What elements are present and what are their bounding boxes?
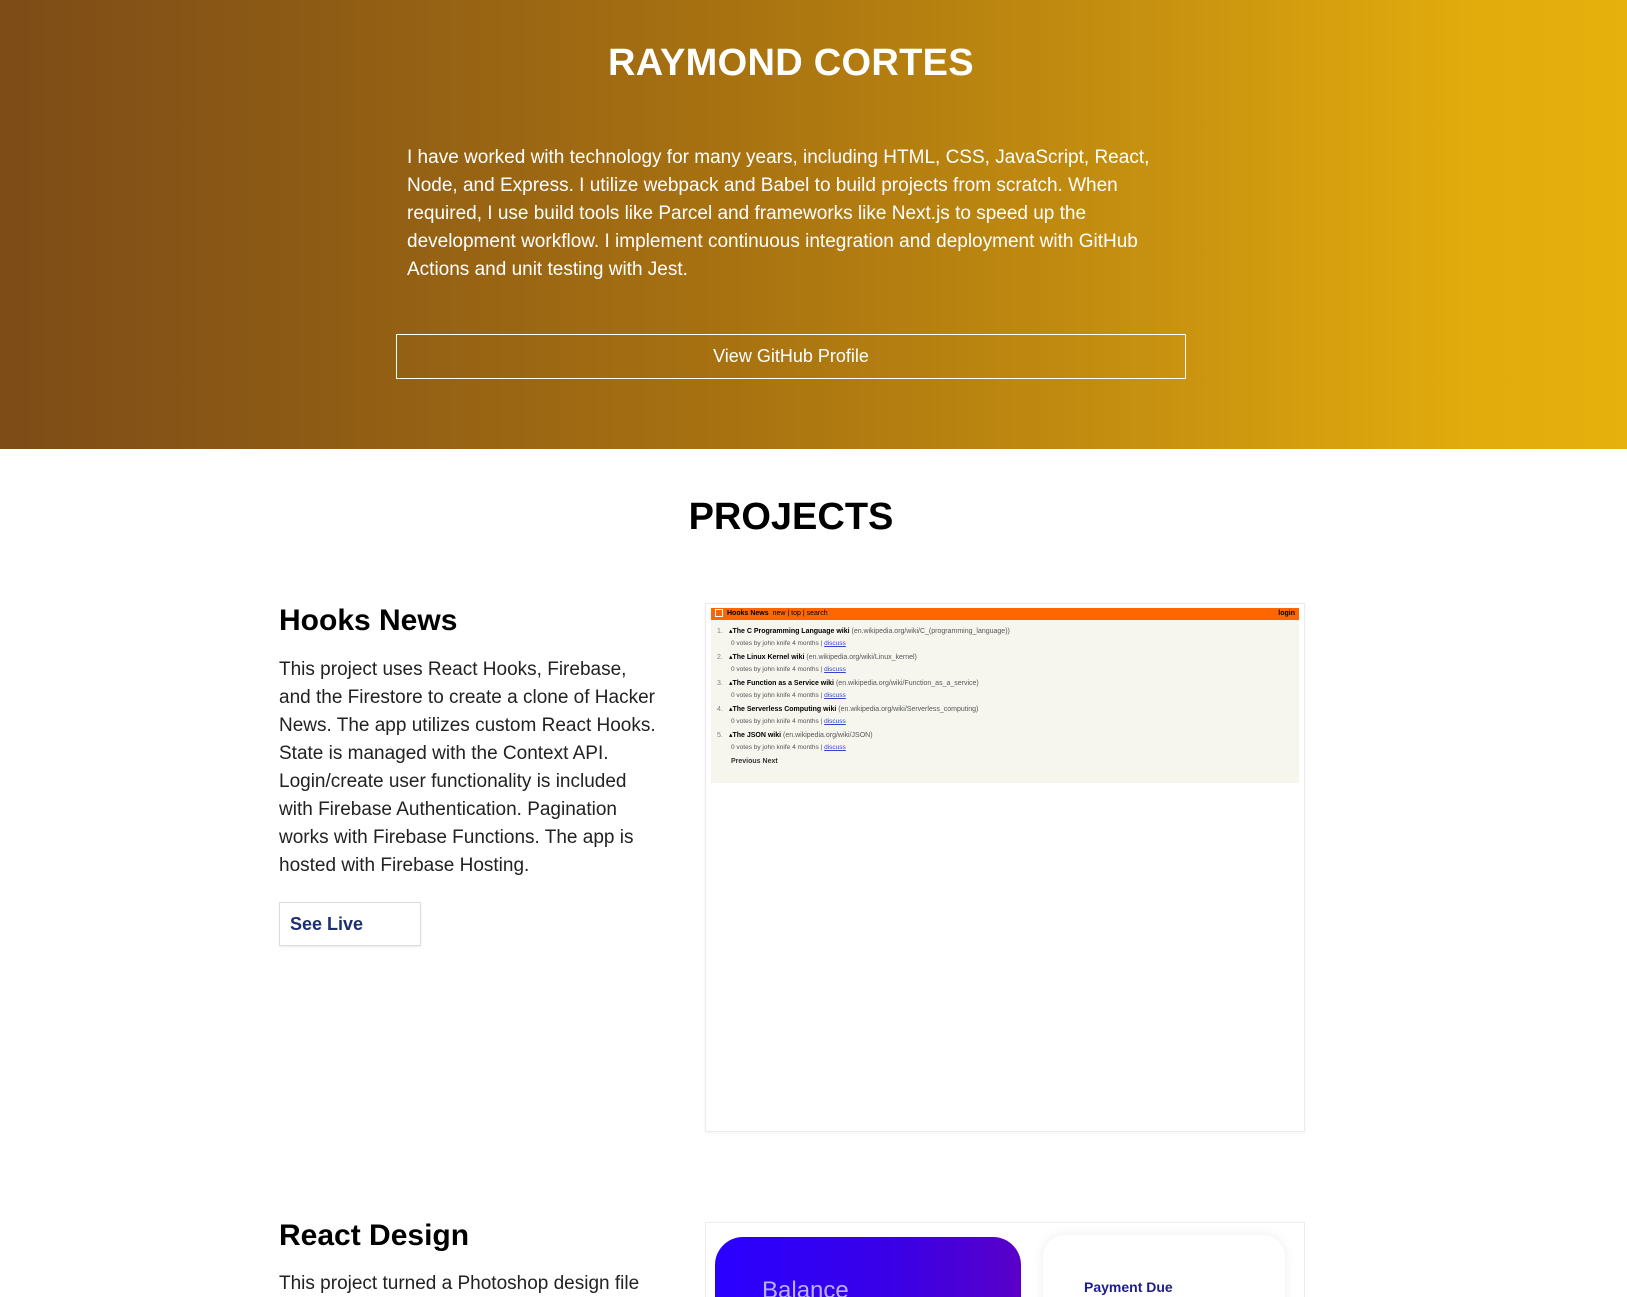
story-discuss-link: discuss xyxy=(824,692,846,699)
story-title: The Linux Kernel wiki xyxy=(732,654,805,661)
list-item: 2. ▴The Linux Kernel wiki (en.wikipedia.… xyxy=(717,654,917,673)
story-discuss-link: discuss xyxy=(824,718,846,725)
hooks-news-logo-icon xyxy=(715,609,723,618)
project-description-hooks-news: This project uses React Hooks, Firebase,… xyxy=(279,659,656,876)
story-domain: (en.wikipedia.org/wiki/Function_as_a_ser… xyxy=(835,680,979,687)
balance-card: Balance xyxy=(715,1237,1021,1297)
hero-bio: I have worked with technology for many y… xyxy=(407,147,1150,280)
hooks-news-screenshot[interactable]: Hooks News new | top | search login 1. ▴T… xyxy=(705,603,1305,1132)
story-title: The Function as a Service wiki xyxy=(732,680,835,687)
project-title-hooks-news: Hooks News xyxy=(279,604,458,637)
hooks-news-nav: new | top | search xyxy=(772,610,828,617)
view-github-profile-button[interactable]: View GitHub Profile xyxy=(396,334,1186,379)
story-title: The JSON wiki xyxy=(732,732,782,739)
story-number: 5. xyxy=(717,732,723,739)
hooks-news-login: login xyxy=(1278,610,1295,617)
story-meta: 0 votes by john knife 4 months | xyxy=(731,692,823,699)
story-domain: (en.wikipedia.org/wiki/C_(programming_la… xyxy=(851,628,1010,635)
list-item: 4. ▴The Serverless Computing wiki (en.wi… xyxy=(717,706,979,725)
story-discuss-link: discuss xyxy=(824,666,846,673)
story-domain: (en.wikipedia.org/wiki/Serverless_comput… xyxy=(838,706,979,713)
story-domain: (en.wikipedia.org/wiki/JSON) xyxy=(783,732,873,739)
story-number: 4. xyxy=(717,706,723,713)
projects-heading: PROJECTS xyxy=(688,496,894,538)
hooks-news-brand: Hooks News xyxy=(727,610,769,617)
hooks-news-header: Hooks News new | top | search login xyxy=(711,608,1299,620)
hooks-news-story-list: 1. ▴The C Programming Language wiki (en.… xyxy=(711,620,1299,765)
list-item: 3. ▴The Function as a Service wiki (en.w… xyxy=(717,680,979,699)
see-live-button[interactable]: See Live xyxy=(279,902,421,946)
balance-label: Balance xyxy=(762,1277,849,1297)
hero-section: RAYMOND CORTES I have worked with techno… xyxy=(0,0,1627,449)
react-design-screenshot[interactable]: Balance Payment Due xyxy=(705,1222,1305,1297)
story-number: 3. xyxy=(717,680,723,687)
hooks-news-pagination: Previous Next xyxy=(731,758,778,765)
list-item: 1. ▴The C Programming Language wiki (en.… xyxy=(717,628,1010,647)
story-title: The C Programming Language wiki xyxy=(732,628,850,635)
payment-due-card: Payment Due xyxy=(1043,1235,1285,1297)
story-discuss-link: discuss xyxy=(824,640,846,647)
project-description-react-design: This project turned a Photoshop design f… xyxy=(279,1273,640,1294)
story-number: 1. xyxy=(717,628,723,635)
hooks-news-page: Hooks News new | top | search login 1. ▴T… xyxy=(711,608,1299,783)
story-title: The Serverless Computing wiki xyxy=(732,706,837,713)
story-domain: (en.wikipedia.org/wiki/Linux_kernel) xyxy=(806,654,917,661)
story-meta: 0 votes by john knife 4 months | xyxy=(731,718,823,725)
story-meta: 0 votes by john knife 4 months | xyxy=(731,640,823,647)
project-title-react-design: React Design xyxy=(279,1219,470,1252)
story-discuss-link: discuss xyxy=(824,744,846,751)
story-meta: 0 votes by john knife 4 months | xyxy=(731,666,823,673)
story-meta: 0 votes by john knife 4 months | xyxy=(731,744,823,751)
payment-due-label: Payment Due xyxy=(1084,1279,1173,1295)
hero-name: RAYMOND CORTES xyxy=(608,42,974,84)
story-number: 2. xyxy=(717,654,723,661)
list-item: 5. ▴The JSON wiki (en.wikipedia.org/wiki… xyxy=(717,732,873,751)
